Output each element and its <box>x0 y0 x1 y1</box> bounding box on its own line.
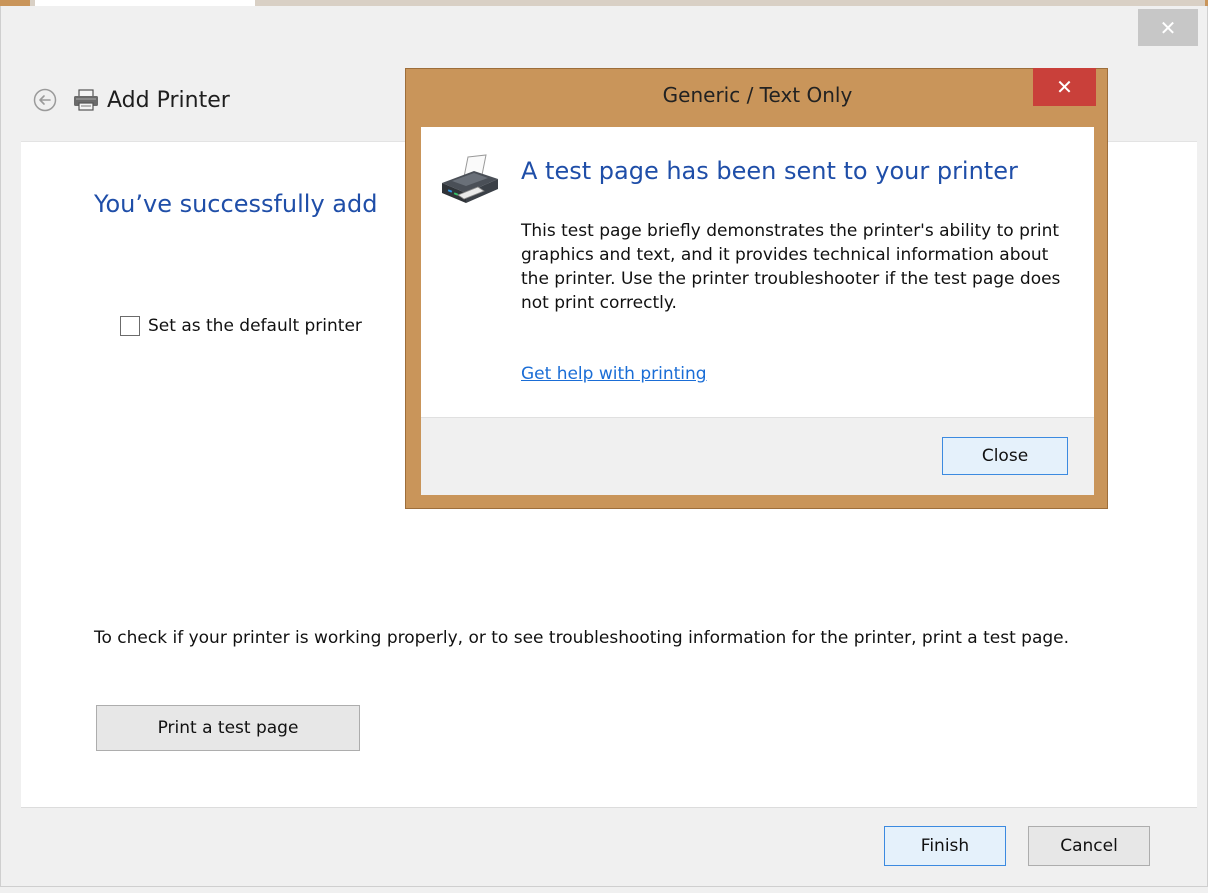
default-printer-option[interactable]: Set as the default printer <box>120 316 362 336</box>
printer-icon <box>438 153 502 207</box>
dialog-body: A test page has been sent to your printe… <box>421 127 1094 417</box>
back-arrow-icon[interactable] <box>31 86 59 114</box>
close-icon: ✕ <box>1159 15 1177 40</box>
default-printer-checkbox[interactable] <box>120 316 140 336</box>
printer-icon <box>73 87 103 113</box>
test-page-dialog: Generic / Text Only ✕ A test page has be… <box>405 68 1108 509</box>
wizard-close-button[interactable]: ✕ <box>1138 9 1198 46</box>
dialog-description: This test page briefly demonstrates the … <box>521 221 1061 313</box>
close-icon: ✕ <box>1056 75 1073 99</box>
success-heading: You’ve successfully add <box>94 190 378 218</box>
dialog-close-button[interactable]: Close <box>942 437 1068 475</box>
dialog-title: Generic / Text Only <box>662 83 853 107</box>
dialog-close-x-button[interactable]: ✕ <box>1033 68 1096 106</box>
default-printer-label: Set as the default printer <box>148 316 362 336</box>
dialog-footer: Close <box>421 417 1094 495</box>
test-page-info-text: To check if your printer is working prop… <box>94 628 1070 648</box>
print-test-page-button[interactable]: Print a test page <box>96 705 360 751</box>
wizard-header: Add Printer <box>31 80 230 120</box>
help-printing-link[interactable]: Get help with printing <box>521 364 707 384</box>
wizard-title: Add Printer <box>107 87 230 113</box>
cancel-button[interactable]: Cancel <box>1028 826 1150 866</box>
dialog-heading: A test page has been sent to your printe… <box>521 157 1018 185</box>
finish-button[interactable]: Finish <box>884 826 1006 866</box>
